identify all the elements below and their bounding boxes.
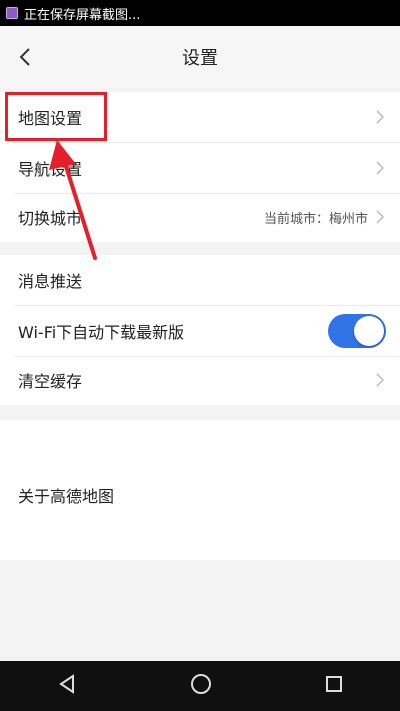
nav-back-button[interactable] bbox=[56, 673, 78, 699]
annotation-arrow-icon bbox=[49, 140, 97, 260]
nav-home-icon bbox=[190, 674, 211, 694]
system-nav-bar bbox=[0, 661, 400, 711]
nav-home-button[interactable] bbox=[189, 672, 213, 700]
nav-recents-button[interactable] bbox=[324, 674, 344, 698]
nav-recents-icon bbox=[326, 676, 343, 692]
nav-back-icon bbox=[58, 674, 74, 694]
